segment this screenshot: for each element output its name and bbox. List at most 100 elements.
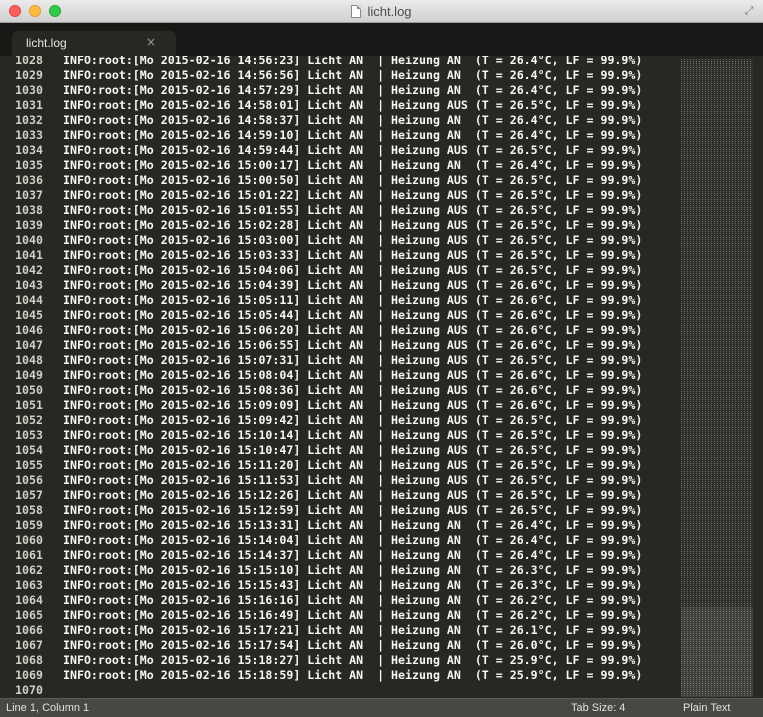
code-line: 1039 INFO:root:[Mo 2015-02-16 15:02:28] L… — [0, 218, 680, 233]
line-number: 1057 — [15, 488, 43, 502]
minimap-line — [681, 109, 753, 110]
code-line: 1056 INFO:root:[Mo 2015-02-16 15:11:53] L… — [0, 473, 680, 488]
line-number: 1041 — [15, 248, 43, 262]
code-line: 1041 INFO:root:[Mo 2015-02-16 15:03:33] L… — [0, 248, 680, 263]
minimap-line — [681, 113, 753, 114]
minimap-line — [681, 639, 753, 640]
minimap-line — [681, 333, 753, 334]
line-text: INFO:root:[Mo 2015-02-16 15:18:59] Licht… — [63, 668, 643, 682]
line-text: INFO:root:[Mo 2015-02-16 15:12:59] Licht… — [63, 503, 643, 517]
minimap-line — [681, 253, 753, 254]
minimap-line — [681, 277, 753, 278]
minimap-line — [681, 289, 753, 290]
minimap[interactable] — [681, 59, 753, 697]
line-number: 1052 — [15, 413, 43, 427]
minimap-line — [681, 361, 753, 362]
minimap-line — [681, 369, 753, 370]
minimap-line — [681, 163, 753, 164]
line-text: INFO:root:[Mo 2015-02-16 15:16:49] Licht… — [63, 608, 643, 622]
fullscreen-icon[interactable]: ⤢ — [743, 5, 755, 17]
minimap-line — [681, 551, 753, 552]
minimap-line — [681, 515, 753, 516]
minimap-line — [681, 613, 753, 614]
minimap-line — [681, 495, 753, 496]
line-text: INFO:root:[Mo 2015-02-16 15:00:17] Licht… — [63, 158, 643, 172]
code-line: 1049 INFO:root:[Mo 2015-02-16 15:08:04] L… — [0, 368, 680, 383]
code-line: 1052 INFO:root:[Mo 2015-02-16 15:09:42] L… — [0, 413, 680, 428]
code-line: 1042 INFO:root:[Mo 2015-02-16 15:04:06] L… — [0, 263, 680, 278]
minimap-line — [681, 271, 753, 272]
minimap-line — [681, 635, 753, 636]
minimap-line — [681, 73, 753, 74]
minimap-line — [681, 541, 753, 542]
tab-size-selector[interactable]: Tab Size: 4 — [571, 702, 625, 714]
code-line: 1031 INFO:root:[Mo 2015-02-16 14:58:01] L… — [0, 98, 680, 113]
minimap-line — [681, 609, 753, 610]
minimap-line — [681, 449, 753, 450]
minimap-line — [681, 287, 753, 288]
line-text: INFO:root:[Mo 2015-02-16 15:06:20] Licht… — [63, 323, 643, 337]
minimap-line — [681, 281, 753, 282]
line-text: INFO:root:[Mo 2015-02-16 15:14:04] Licht… — [63, 533, 643, 547]
minimap-line — [681, 363, 753, 364]
minimap-line — [681, 71, 753, 72]
code-line: 1038 INFO:root:[Mo 2015-02-16 15:01:55] L… — [0, 203, 680, 218]
minimap-line — [681, 189, 753, 190]
minimap-line — [681, 367, 753, 368]
minimap-line — [681, 209, 753, 210]
minimap-line — [681, 411, 753, 412]
minimap-line — [681, 97, 753, 98]
editor-pane[interactable]: 1028 INFO:root:[Mo 2015-02-16 14:56:23] L… — [0, 56, 763, 698]
minimap-line — [681, 161, 753, 162]
minimap-line — [681, 103, 753, 104]
minimap-line — [681, 373, 753, 374]
minimap-line — [681, 305, 753, 306]
minimap-line — [681, 135, 753, 136]
minimap-line — [681, 283, 753, 284]
minimap-line — [681, 683, 753, 684]
minimap-line — [681, 201, 753, 202]
line-text: INFO:root:[Mo 2015-02-16 15:13:31] Licht… — [63, 518, 643, 532]
minimap-line — [681, 437, 753, 438]
line-number: 1029 — [15, 68, 43, 82]
minimap-line — [681, 587, 753, 588]
minimap-line — [681, 233, 753, 234]
minimap-line — [681, 247, 753, 248]
line-number: 1044 — [15, 293, 43, 307]
line-number: 1068 — [15, 653, 43, 667]
minimap-line — [681, 577, 753, 578]
minimap-line — [681, 243, 753, 244]
minimap-line — [681, 519, 753, 520]
minimap-line — [681, 545, 753, 546]
minimap-line — [681, 295, 753, 296]
tab-close-icon[interactable]: × — [146, 35, 156, 49]
minimap-line — [681, 125, 753, 126]
syntax-selector[interactable]: Plain Text — [683, 702, 731, 714]
line-number: 1048 — [15, 353, 43, 367]
code-line: 1060 INFO:root:[Mo 2015-02-16 15:14:04] L… — [0, 533, 680, 548]
minimap-line — [681, 417, 753, 418]
minimap-line — [681, 345, 753, 346]
minimap-line — [681, 665, 753, 666]
minimap-line — [681, 647, 753, 648]
minimap-line — [681, 197, 753, 198]
line-number: 1058 — [15, 503, 43, 517]
code-line: 1061 INFO:root:[Mo 2015-02-16 15:14:37] L… — [0, 548, 680, 563]
minimap-line — [681, 167, 753, 168]
minimap-line — [681, 393, 753, 394]
minimap-line — [681, 419, 753, 420]
tab-licht-log[interactable]: licht.log × — [12, 31, 176, 56]
minimap-line — [681, 337, 753, 338]
minimap-line — [681, 323, 753, 324]
minimap-line — [681, 499, 753, 500]
line-text: INFO:root:[Mo 2015-02-16 14:59:44] Licht… — [63, 143, 643, 157]
minimap-line — [681, 643, 753, 644]
minimap-line — [681, 391, 753, 392]
minimap-line — [681, 177, 753, 178]
minimap-line — [681, 273, 753, 274]
line-number: 1030 — [15, 83, 43, 97]
minimap-line — [681, 671, 753, 672]
line-number: 1063 — [15, 578, 43, 592]
line-text: INFO:root:[Mo 2015-02-16 15:11:20] Licht… — [63, 458, 643, 472]
line-text: INFO:root:[Mo 2015-02-16 15:10:47] Licht… — [63, 443, 643, 457]
